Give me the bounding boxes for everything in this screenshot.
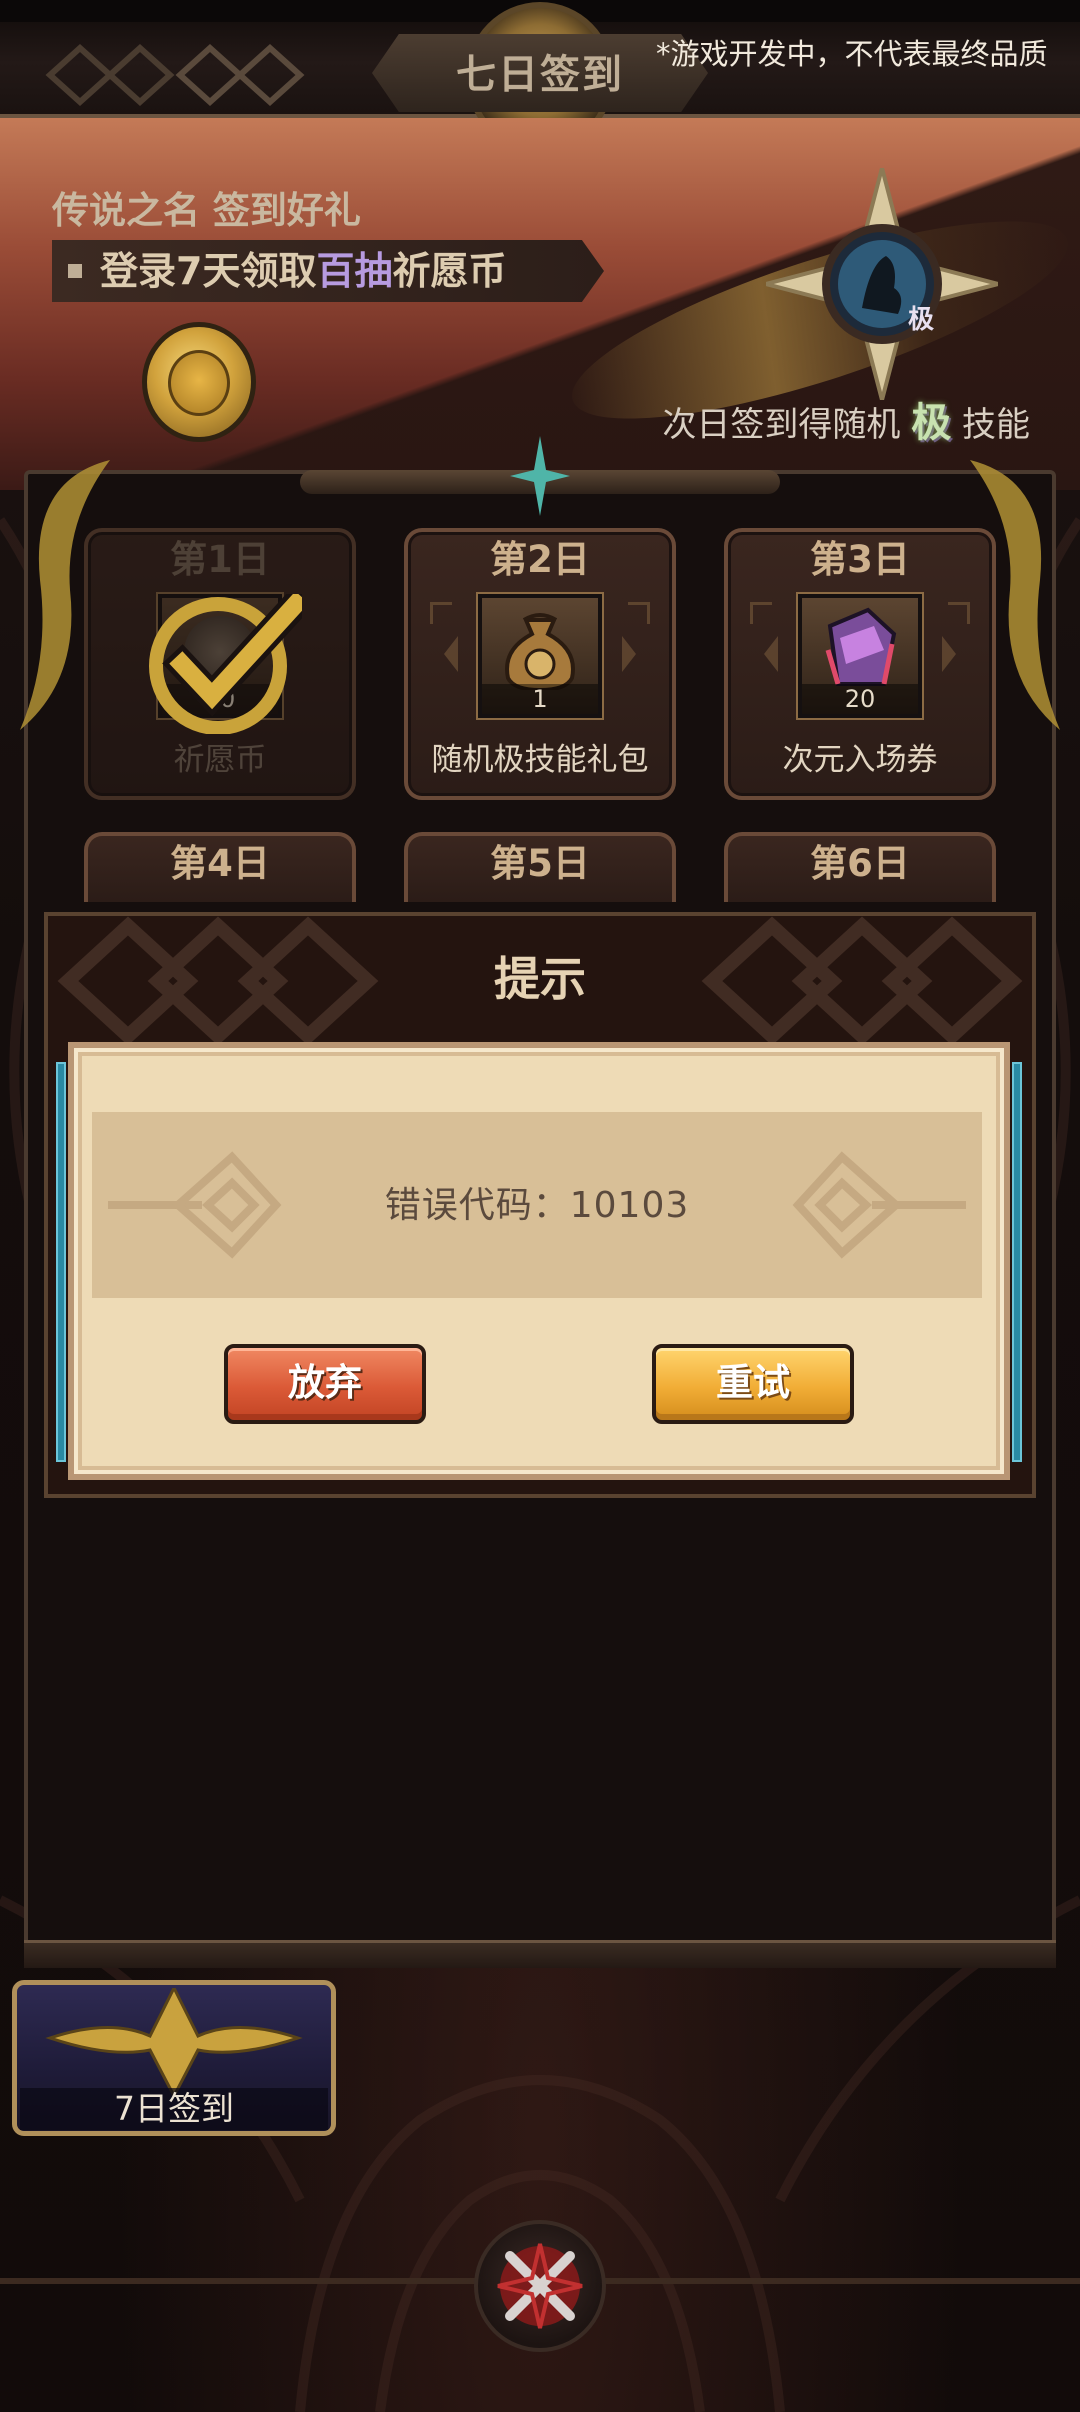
emblem-badge: 极 [908,305,935,335]
reward-label: 祈愿币 [173,742,267,778]
reward-icon-frame: 20 [796,592,924,720]
caption-mark: 极 [911,400,952,446]
dialog-edge-left [56,1062,66,1462]
caption-prefix: 次日签到得随机 [662,405,901,445]
day-title: 第2日 [490,538,590,581]
day-title: 第3日 [810,538,910,581]
sevenday-label: 7日签到 [114,2089,234,2128]
skill-star-emblem-icon: 极 [766,168,998,400]
dialog-edge-right [1012,1062,1022,1462]
reward-label: 次元入场券 [782,742,938,778]
knot-ornament-left [175,43,305,107]
coin-emblem [168,350,230,416]
abandon-button[interactable]: 放弃 [224,1344,426,1424]
claimed-check-icon [149,594,302,734]
dev-notice: *游戏开发中，不代表最终品质 [656,37,1048,71]
sparkle-icon [510,436,570,516]
panel-bottom-bar [24,1940,1056,1968]
close-x-icon [497,2243,583,2329]
bracket-corner [948,602,970,624]
reward-count: 20 [802,684,918,714]
day-title: 第6日 [810,842,910,885]
gold-star-icon [45,1988,303,2096]
bracket-corner [750,602,772,624]
day-title: 第4日 [170,842,270,885]
dialog-title: 提示 [494,952,586,1006]
bracket-corner [628,602,650,624]
strip-bullet [68,264,82,278]
reward-icon-frame: 1 [476,592,604,720]
day-title: 第1日 [170,538,270,581]
bracket-corner [430,602,452,624]
reward-label: 随机极技能礼包 [431,742,649,778]
strip-highlight: 百抽 [316,249,393,293]
day-card-5[interactable]: 第5日 [404,832,676,902]
day-card-6[interactable]: 第6日 [724,832,996,902]
arrow-right-icon [622,636,636,672]
caption-suffix: 技能 [962,405,1030,445]
skill-pouch-icon [505,613,575,690]
arrow-left-icon [764,636,778,672]
reward-count: 1 [482,684,598,714]
day-card-4[interactable]: 第4日 [84,832,356,902]
banner-subtitle: 传说之名 签到好礼 [52,189,361,232]
day-card-3[interactable]: 第3日 20 次元入场券 [724,528,996,800]
retry-button[interactable]: 重试 [652,1344,854,1424]
dimension-ticket-icon [825,607,897,686]
close-button[interactable] [474,2220,606,2352]
arrow-right-icon [942,636,956,672]
strip-suffix: 祈愿币 [392,249,507,293]
banner-strip-text: 登录7天领取百抽祈愿币 [100,240,506,302]
error-message: 错误代码：10103 [384,1185,690,1226]
arrow-left-icon [444,636,458,672]
strip-prefix: 登录7天领取 [100,249,317,293]
knot-ornament-left-2 [45,43,175,107]
day-title: 第5日 [490,842,590,885]
day-card-2[interactable]: 第2日 1 随机极技能礼包 [404,528,676,800]
